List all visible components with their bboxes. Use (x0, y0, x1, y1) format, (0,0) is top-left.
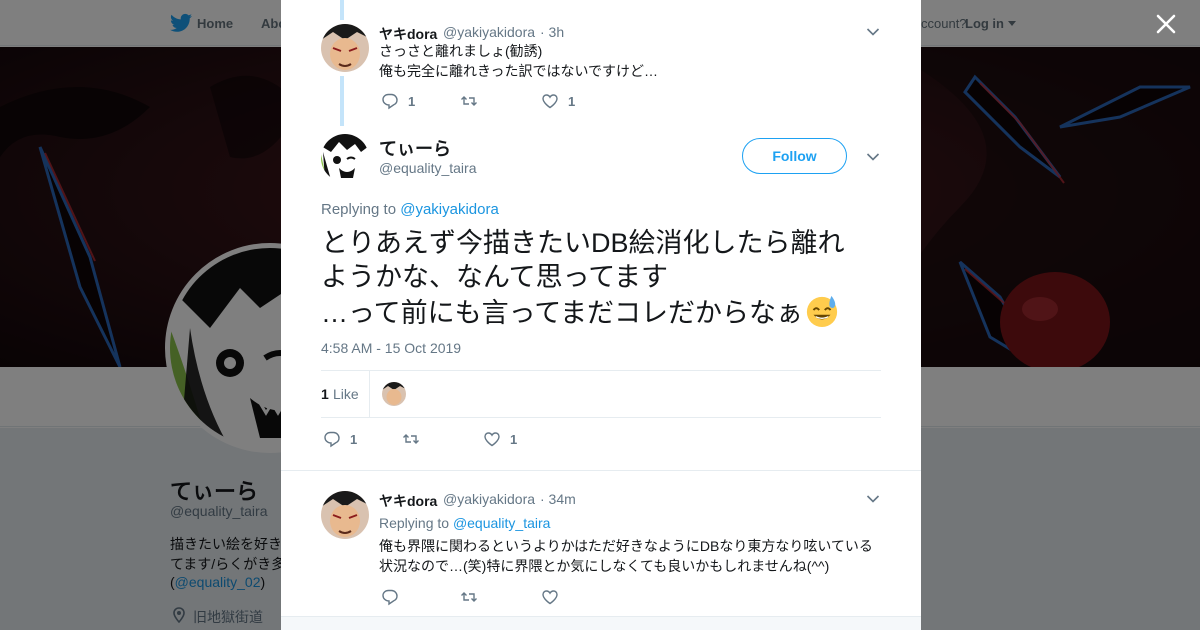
thread-connector-line (340, 0, 344, 20)
tweet-author-handle[interactable]: @equality_taira (379, 160, 477, 176)
main-tweet-line: とりあえず今描きたいDB絵消化したら離れ (321, 228, 845, 258)
tweet-text-line: 状況なので…(笑)特に界隈とか気にしなくても良いかもしれませんね(^^) (379, 558, 830, 574)
tweet-permalink-modal: ヤキdora @yakiyakidora · 3h さっさと離れましょ(勧誘) … (281, 0, 921, 630)
replying-to-link[interactable]: @equality_taira (453, 515, 551, 531)
replying-to-link[interactable]: @yakiyakidora (400, 201, 499, 218)
follow-button[interactable]: Follow (742, 138, 847, 174)
like-count: 1 (510, 432, 518, 447)
reply-count: 1 (408, 94, 416, 109)
heart-icon[interactable] (541, 588, 559, 606)
replying-to-label: Replying to (321, 201, 397, 218)
like-count: 1 (568, 94, 576, 109)
avatar-artwork (382, 382, 406, 406)
stats-divider (369, 371, 370, 417)
tweet-stats: 1 Like (321, 370, 881, 418)
tweet-author-name[interactable]: てぃーら (379, 135, 451, 161)
avatar-artwork (321, 24, 369, 72)
heart-icon[interactable] (483, 430, 501, 448)
tweet-avatar[interactable] (321, 24, 369, 72)
thread-connector-line (340, 76, 344, 126)
tweet-text-line: さっさと離れましょ(勧誘) (379, 43, 543, 59)
replying-to: Replying to @equality_taira (379, 515, 550, 531)
main-tweet-line-3: …って前にも言ってまだコレだからなぁ (321, 294, 881, 330)
chevron-down-icon[interactable] (866, 152, 880, 162)
main-tweet-text: とりあえず今描きたいDB絵消化したら離れ ようかな、なんて思ってます …って前に… (321, 226, 881, 330)
reply-count: 1 (350, 432, 358, 447)
main-tweet-line: ようかな、なんて思ってます (321, 262, 668, 292)
tweet-author-handle[interactable]: @yakiyakidora (443, 24, 535, 40)
tweet-author-handle[interactable]: @yakiyakidora (443, 491, 535, 507)
tweet-time[interactable]: · 34m (540, 491, 576, 507)
tweet-time[interactable]: · 3h (540, 24, 564, 40)
heart-icon[interactable] (541, 92, 559, 110)
tweet-author-name[interactable]: ヤキdora (379, 491, 437, 511)
retweet-icon[interactable] (460, 92, 478, 110)
close-icon[interactable] (1153, 11, 1179, 37)
retweet-icon[interactable] (402, 430, 420, 448)
replying-to-label: Replying to (379, 515, 450, 531)
section-divider (281, 470, 921, 471)
tweet-text-line: 俺も界隈に関わるというよりかはただ好きなようにDBなり東方なり呟いている (379, 538, 873, 554)
reply-icon[interactable] (323, 430, 341, 448)
sweat-smile-emoji (806, 295, 838, 328)
avatar-artwork (321, 134, 369, 182)
tweet-avatar[interactable] (321, 134, 369, 182)
tweet-avatar[interactable] (321, 491, 369, 539)
likes-count[interactable]: 1 (321, 386, 329, 402)
retweet-icon[interactable] (460, 588, 478, 606)
avatar-artwork (321, 491, 369, 539)
likes-label[interactable]: Like (333, 386, 359, 402)
modal-footer-strip (281, 616, 921, 630)
main-tweet-line: …って前にも言ってまだコレだからなぁ (321, 298, 803, 328)
reply-icon[interactable] (381, 92, 399, 110)
tweet-timestamp[interactable]: 4:58 AM - 15 Oct 2019 (321, 340, 461, 356)
replying-to: Replying to @yakiyakidora (321, 201, 499, 218)
chevron-down-icon[interactable] (866, 27, 880, 37)
chevron-down-icon[interactable] (866, 494, 880, 504)
reply-icon[interactable] (381, 588, 399, 606)
liker-avatar[interactable] (382, 382, 406, 406)
tweet-text-line: 俺も完全に離れきった訳ではないですけど… (379, 63, 659, 79)
